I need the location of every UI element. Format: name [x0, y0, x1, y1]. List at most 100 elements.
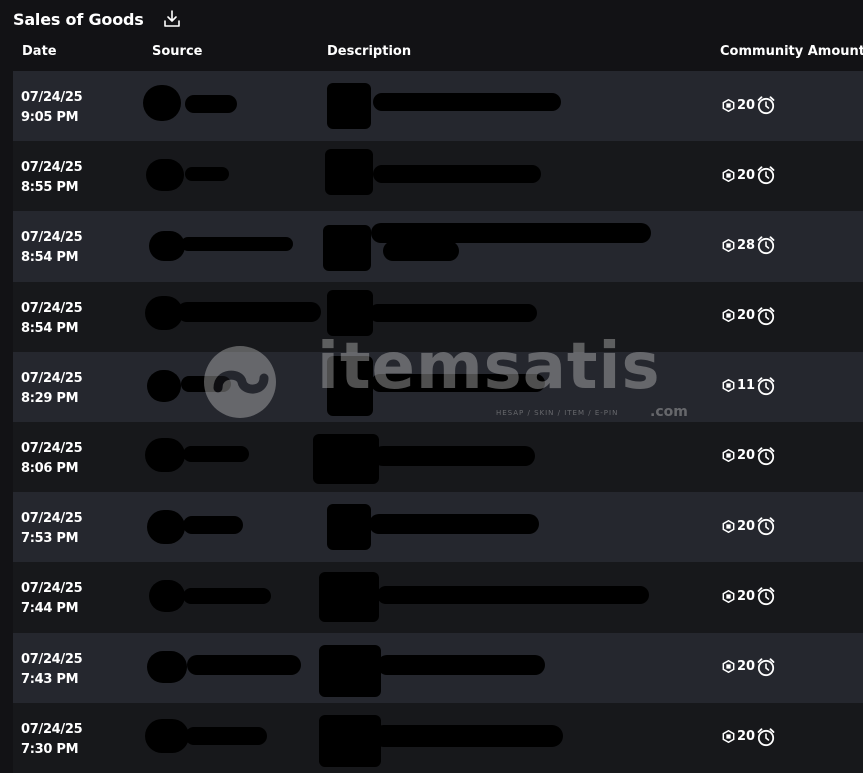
row-amount: 20	[722, 446, 776, 466]
source-redaction	[185, 167, 229, 182]
row-time: 7:43 PM	[21, 671, 79, 687]
row-amount: 20	[722, 516, 776, 536]
row-amount-value: 28	[737, 237, 756, 253]
column-header-description[interactable]: Description	[327, 44, 411, 59]
row-time: 7:53 PM	[21, 531, 79, 547]
description-redaction	[319, 644, 381, 697]
download-button[interactable]	[162, 9, 182, 29]
alarm-clock-icon[interactable]	[756, 235, 776, 255]
row-date: 07/24/25	[21, 511, 83, 527]
source-redaction	[181, 237, 293, 252]
row-date: 07/24/25	[21, 721, 83, 737]
source-redaction	[183, 588, 271, 605]
description-redaction	[327, 504, 371, 551]
source-redaction	[185, 95, 237, 113]
column-header-amount[interactable]: Community Amount	[720, 44, 863, 59]
source-redaction	[145, 437, 185, 472]
description-redaction	[319, 572, 379, 623]
description-redaction	[377, 586, 649, 605]
robux-icon	[722, 379, 735, 393]
row-amount: 20	[722, 165, 776, 185]
description-redaction	[373, 445, 535, 466]
row-amount: 20	[722, 306, 776, 326]
alarm-clock-icon[interactable]	[756, 306, 776, 326]
robux-icon	[722, 660, 735, 673]
row-amount: 28	[722, 235, 776, 255]
row-amount-value: 20	[737, 729, 756, 745]
table-row: 07/24/25 7:53 PM 20	[13, 492, 863, 563]
source-redaction	[181, 375, 231, 392]
table-row: 07/24/25 7:43 PM 20	[13, 632, 863, 703]
alarm-clock-icon[interactable]	[756, 657, 776, 677]
row-time: 8:29 PM	[21, 390, 79, 406]
table-row: 07/24/25 8:54 PM 20	[13, 281, 863, 352]
row-datetime: 07/24/25 7:43 PM	[21, 650, 83, 690]
robux-icon	[722, 589, 735, 603]
source-redaction	[183, 445, 249, 462]
description-redaction	[369, 514, 539, 535]
source-redaction	[177, 301, 321, 322]
row-amount-value: 20	[737, 448, 756, 464]
alarm-clock-icon[interactable]	[756, 446, 776, 466]
row-date: 07/24/25	[21, 651, 83, 667]
row-date: 07/24/25	[21, 230, 83, 246]
row-amount-value: 20	[737, 97, 756, 113]
description-redaction	[377, 654, 545, 675]
row-date: 07/24/25	[21, 160, 83, 176]
row-amount: 11	[722, 376, 776, 396]
download-icon	[163, 10, 180, 27]
description-redaction	[323, 225, 371, 272]
row-time: 8:54 PM	[21, 320, 79, 336]
alarm-clock-icon[interactable]	[756, 165, 776, 185]
robux-icon	[722, 168, 735, 182]
description-redaction	[383, 241, 459, 262]
row-date: 07/24/25	[21, 440, 83, 456]
description-redaction	[327, 289, 373, 336]
row-time: 8:55 PM	[21, 180, 79, 196]
row-time: 8:54 PM	[21, 250, 79, 266]
row-datetime: 07/24/25 8:54 PM	[21, 299, 83, 339]
row-amount-value: 20	[737, 659, 756, 674]
source-redaction	[183, 516, 243, 535]
column-header-source[interactable]: Source	[152, 44, 202, 59]
description-redaction	[371, 223, 651, 244]
description-redaction	[327, 83, 371, 129]
alarm-clock-icon[interactable]	[756, 516, 776, 536]
table-row: 07/24/25 8:54 PM 28	[13, 211, 863, 282]
robux-icon	[722, 449, 735, 463]
source-redaction	[187, 654, 301, 675]
row-time: 7:44 PM	[21, 601, 79, 617]
table-row: 07/24/25 8:55 PM 20	[13, 141, 863, 212]
row-amount: 20	[722, 586, 776, 606]
column-header-date[interactable]: Date	[22, 44, 57, 59]
source-redaction	[149, 231, 185, 262]
table-row: 07/24/25 9:05 PM 20	[13, 71, 863, 142]
robux-icon	[722, 730, 735, 744]
alarm-clock-icon[interactable]	[756, 586, 776, 606]
row-time: 8:06 PM	[21, 460, 79, 476]
description-redaction	[373, 93, 561, 111]
row-amount-value: 20	[737, 167, 756, 183]
robux-icon	[722, 519, 735, 533]
source-redaction	[147, 369, 181, 402]
source-redaction	[149, 580, 185, 613]
row-date: 07/24/25	[21, 300, 83, 316]
row-date: 07/24/25	[21, 581, 83, 597]
row-amount-value: 11	[737, 378, 756, 394]
alarm-clock-icon[interactable]	[756, 376, 776, 396]
table-row: 07/24/25 7:44 PM 20	[13, 562, 863, 633]
description-redaction	[373, 165, 541, 184]
row-datetime: 07/24/25 7:30 PM	[21, 720, 83, 760]
row-amount: 20	[722, 95, 776, 115]
alarm-clock-icon[interactable]	[756, 95, 776, 115]
row-amount: 20	[722, 727, 776, 747]
source-redaction	[147, 510, 185, 545]
row-time: 9:05 PM	[21, 110, 79, 125]
alarm-clock-icon[interactable]	[756, 727, 776, 747]
column-header-amount-label: Community Amount	[720, 44, 863, 59]
row-amount-value: 20	[737, 588, 756, 604]
description-redaction	[319, 714, 381, 767]
table-row: 07/24/25 8:29 PM 11	[13, 351, 863, 422]
description-redaction	[369, 303, 537, 322]
row-datetime: 07/24/25 8:55 PM	[21, 158, 83, 198]
